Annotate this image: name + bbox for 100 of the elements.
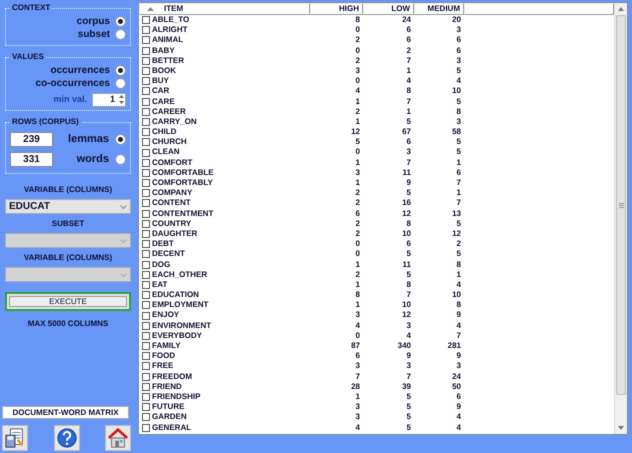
checkbox[interactable] [142,87,150,96]
checkbox[interactable] [142,210,150,218]
checkbox[interactable] [142,270,150,279]
checkbox[interactable] [142,260,150,269]
scroll-down-icon[interactable] [618,426,624,430]
checkbox[interactable] [142,332,150,340]
vertical-scrollbar[interactable] [614,3,627,434]
table-cell-text: 2 [354,35,361,46]
checkbox[interactable] [142,98,150,106]
checkbox[interactable] [142,199,150,208]
table-cell-text: 0 [354,330,361,342]
checkbox[interactable] [142,362,150,370]
checkbox[interactable] [142,16,150,24]
item-label: EVERYBODY [152,330,202,342]
checkbox[interactable] [142,158,150,167]
scroll-up-icon[interactable] [618,7,624,11]
radio-button[interactable] [115,134,126,144]
item-label: GENERAL [152,422,192,433]
column-header[interactable]: HIGH [310,3,363,15]
table-cell-text: 3 [354,168,361,178]
table-cell-text: 8 [354,290,361,300]
checkbox[interactable] [142,280,150,289]
radio-button[interactable] [115,29,126,40]
checkbox[interactable] [142,77,150,86]
table-cell-text: 0 [354,239,361,250]
radio-button[interactable] [115,154,126,164]
table-cell-text: 4 [456,412,462,423]
checkbox[interactable] [142,36,150,44]
table-cell-text: 3 [456,361,462,372]
home-button[interactable] [105,425,131,451]
checkbox[interactable] [142,189,150,198]
checkbox[interactable] [142,424,150,432]
checkbox[interactable] [142,118,150,126]
checkbox[interactable] [142,301,150,310]
checkbox[interactable] [142,56,150,65]
checkbox[interactable] [142,291,150,300]
checkbox[interactable] [142,413,150,422]
item-label: EDUCATION [152,290,199,300]
checkbox[interactable] [142,26,150,34]
radio-button[interactable] [115,16,126,27]
checkbox[interactable] [142,312,150,320]
checkbox[interactable] [142,138,150,146]
checkbox[interactable] [142,403,150,412]
table-cell-text: 2 [354,228,361,240]
checkbox[interactable] [142,148,150,157]
table-cell-text: 7 [406,96,412,107]
table-cell-text: 6 [456,35,462,46]
item-label: DECENT [152,249,185,260]
checkbox[interactable] [142,240,150,248]
checkbox[interactable] [142,342,150,350]
table-cell-text: 5 [456,96,462,107]
column-header[interactable]: ITEM [139,3,310,15]
checkbox[interactable] [142,179,150,188]
checkbox[interactable] [142,220,150,228]
item-label: EMPLOYMENT [152,300,208,310]
item-label: CONTENTMENT [152,208,214,219]
dropdown[interactable]: EDUCAT [5,199,131,214]
table-cell-text: 5 [406,392,412,402]
scroll-thumb[interactable] [616,15,626,395]
checkbox[interactable] [142,230,150,238]
radio-button[interactable] [115,78,126,89]
spin-arrows-icon[interactable] [118,94,125,105]
checkbox[interactable] [142,168,150,177]
table-cell-text: 9 [456,351,462,362]
save-document-button[interactable] [2,425,28,451]
execute-button[interactable]: EXECUTE [5,292,131,311]
caret-icon [120,238,127,242]
option-label: subset [78,28,110,42]
item-label: CLEAN [152,147,180,158]
item-label: BETTER [152,56,184,66]
checkbox[interactable] [142,322,150,330]
table-cell-text: 58 [451,127,462,138]
checkbox[interactable] [142,382,150,391]
checkbox[interactable] [142,67,150,76]
checkbox[interactable] [142,128,150,136]
column-header[interactable]: LOW [363,3,414,15]
table-cell-text: 5 [406,249,412,260]
checkbox[interactable] [142,250,150,258]
table-cell-text: 4 [456,280,462,290]
table-cell-text: 10 [451,86,462,97]
count-field[interactable]: 239 [10,132,53,146]
checkbox[interactable] [142,108,150,116]
item-label: FRIEND [152,382,182,392]
checkbox[interactable] [142,46,150,55]
checkbox[interactable] [142,352,150,360]
item-label: FREEDOM [152,372,192,382]
table-cell-text: 87 [350,341,361,352]
table-cell-text: 7 [406,158,412,168]
checkbox[interactable] [142,393,150,402]
min-value-spinner[interactable]: 1 [92,92,126,106]
matrix-button[interactable]: DOCUMENT-WORD MATRIX [2,406,129,419]
checkbox[interactable] [142,372,150,381]
table-cell-text: 9 [406,178,412,188]
item-label: ANIMAL [152,35,184,46]
item-label: CARRY_ON [152,116,197,128]
radio-button[interactable] [115,65,126,76]
option-label: words [76,152,109,167]
column-header[interactable]: MEDIUM [414,3,464,15]
count-field[interactable]: 331 [10,152,53,166]
help-button[interactable] [54,425,80,451]
